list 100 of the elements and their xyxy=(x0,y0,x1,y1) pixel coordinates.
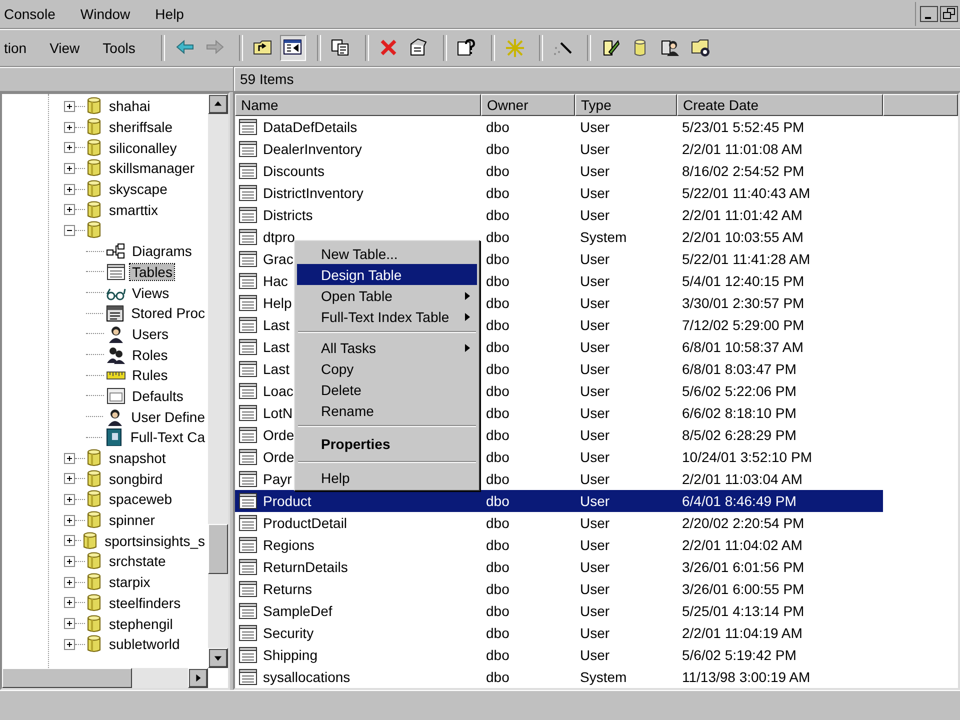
copy-icon xyxy=(331,38,352,58)
expand-button[interactable] xyxy=(64,162,75,174)
tree-item[interactable]: skillsmanager xyxy=(107,160,197,176)
tree-item[interactable]: skyscape xyxy=(107,181,170,198)
menu-item[interactable]: Rename xyxy=(297,400,477,421)
column-header[interactable]: Type xyxy=(575,94,677,116)
scroll-thumb[interactable] xyxy=(208,524,228,574)
database-icon xyxy=(87,614,101,633)
expand-button[interactable] xyxy=(64,556,75,567)
tree-item[interactable]: sheriffsale xyxy=(107,119,175,136)
tree-item[interactable]: Roles xyxy=(130,346,170,363)
table-cell: 6/4/01 8:46:49 PM xyxy=(682,493,796,509)
expand-button[interactable] xyxy=(64,514,75,526)
menu-item[interactable]: New Table... xyxy=(297,243,477,264)
tree-item[interactable]: Views xyxy=(130,284,172,301)
horizontal-scrollbar[interactable] xyxy=(2,668,208,688)
tree-item[interactable]: Stored Proc xyxy=(129,305,207,322)
column-header[interactable]: Name xyxy=(235,94,481,116)
table-cell: User xyxy=(580,295,610,311)
expand-button[interactable] xyxy=(64,452,75,464)
table-cell: User xyxy=(580,493,610,509)
table-cell: dbo xyxy=(486,647,510,663)
menu-item[interactable]: Window xyxy=(76,6,140,22)
tree-item[interactable]: siliconalley xyxy=(107,140,179,156)
table-cell: User xyxy=(580,625,610,641)
expand-button[interactable] xyxy=(64,100,75,112)
menu-item[interactable]: Console xyxy=(0,6,64,22)
expand-button[interactable] xyxy=(64,535,75,546)
menu-item[interactable]: Open Table xyxy=(297,285,477,306)
table-cell: dbo xyxy=(486,317,510,333)
tree-item[interactable]: sportsinsights_s xyxy=(102,532,207,549)
menu-item[interactable]: Properties xyxy=(297,431,477,457)
scroll-down-button[interactable] xyxy=(208,648,228,668)
collapse-button[interactable] xyxy=(64,224,75,236)
menu-item[interactable]: All Tasks xyxy=(297,337,477,358)
scroll-up-button[interactable] xyxy=(208,94,228,114)
tree-item[interactable]: Tables xyxy=(130,264,174,280)
table-cell: User xyxy=(580,185,610,201)
table-row[interactable]: Product dbo User 6/4/01 8:46:49 PM xyxy=(235,490,883,512)
window-icon xyxy=(106,386,126,405)
table-cell: dbo xyxy=(486,229,510,245)
table-cell: 6/8/01 8:03:47 PM xyxy=(682,361,796,377)
menu-item[interactable]: Copy xyxy=(297,358,477,379)
tree-item[interactable]: steelfinders xyxy=(107,594,183,611)
tree-item[interactable]: snapshot xyxy=(107,450,168,466)
expand-button[interactable] xyxy=(64,204,75,216)
tree-item[interactable]: Rules xyxy=(130,367,170,384)
tree-item[interactable]: spinner xyxy=(107,512,157,528)
tree-item[interactable]: smarttix xyxy=(107,202,160,218)
table-icon xyxy=(238,118,258,136)
expand-button[interactable] xyxy=(64,597,75,608)
vertical-scrollbar[interactable] xyxy=(208,94,228,668)
tree-item[interactable]: starpix xyxy=(107,574,152,590)
table-cell: 2/2/01 11:04:02 AM xyxy=(682,537,802,553)
tree-item[interactable]: Users xyxy=(130,326,171,342)
menu-item[interactable]: tion xyxy=(0,40,36,56)
column-header[interactable]: Create Date xyxy=(677,94,883,116)
table-cell: dbo xyxy=(486,295,510,311)
tree-item[interactable]: subletworld xyxy=(107,636,182,652)
database-icon xyxy=(87,180,101,198)
menu-item[interactable]: Design Table xyxy=(297,264,477,285)
expand-button[interactable] xyxy=(64,184,75,195)
expand-button[interactable] xyxy=(64,638,75,650)
column-header[interactable] xyxy=(883,94,958,116)
minimize-button[interactable] xyxy=(920,6,938,22)
table-icon xyxy=(238,536,258,554)
toolbar-button[interactable] xyxy=(280,34,306,60)
table-cell: 10/24/01 3:52:10 PM xyxy=(682,449,812,465)
tree-item[interactable]: songbird xyxy=(107,470,165,487)
table-cell: dbo xyxy=(486,251,510,267)
menu-item[interactable]: Help xyxy=(151,6,193,22)
menu-item[interactable]: Help xyxy=(297,467,477,488)
table-icon xyxy=(238,448,258,466)
column-header[interactable]: Owner xyxy=(481,94,575,116)
tree-item[interactable]: shahai xyxy=(107,98,152,114)
expand-button[interactable] xyxy=(64,122,75,133)
menu-item[interactable]: Delete xyxy=(297,379,477,400)
table-cell: SampleDef xyxy=(263,603,332,619)
menu-item[interactable]: View xyxy=(46,40,89,56)
expand-button[interactable] xyxy=(64,142,75,154)
tree-item[interactable]: Diagrams xyxy=(130,243,194,260)
expand-button[interactable] xyxy=(64,494,75,505)
tree-item[interactable]: Defaults xyxy=(130,388,186,404)
expand-button[interactable] xyxy=(64,618,75,630)
expand-button[interactable] xyxy=(64,576,75,588)
menu-item[interactable]: Full-Text Index Table xyxy=(297,306,477,327)
menu-item[interactable]: Tools xyxy=(98,40,144,56)
scroll-thumb[interactable] xyxy=(2,668,132,688)
restore-button[interactable] xyxy=(940,6,958,22)
scroll-right-button[interactable] xyxy=(188,668,208,688)
tree-item[interactable]: srchstate xyxy=(107,553,168,570)
help-icon xyxy=(457,38,478,58)
table-cell: dbo xyxy=(486,339,510,355)
tree-item[interactable]: stephengil xyxy=(107,616,175,632)
expand-button[interactable] xyxy=(64,473,75,484)
tree-item[interactable]: spaceweb xyxy=(107,491,174,508)
table-cell: dbo xyxy=(486,383,510,399)
tree-item[interactable]: Full-Text Ca xyxy=(128,429,207,446)
tree-item[interactable]: User Define xyxy=(129,408,207,425)
table-cell: User xyxy=(580,119,610,135)
